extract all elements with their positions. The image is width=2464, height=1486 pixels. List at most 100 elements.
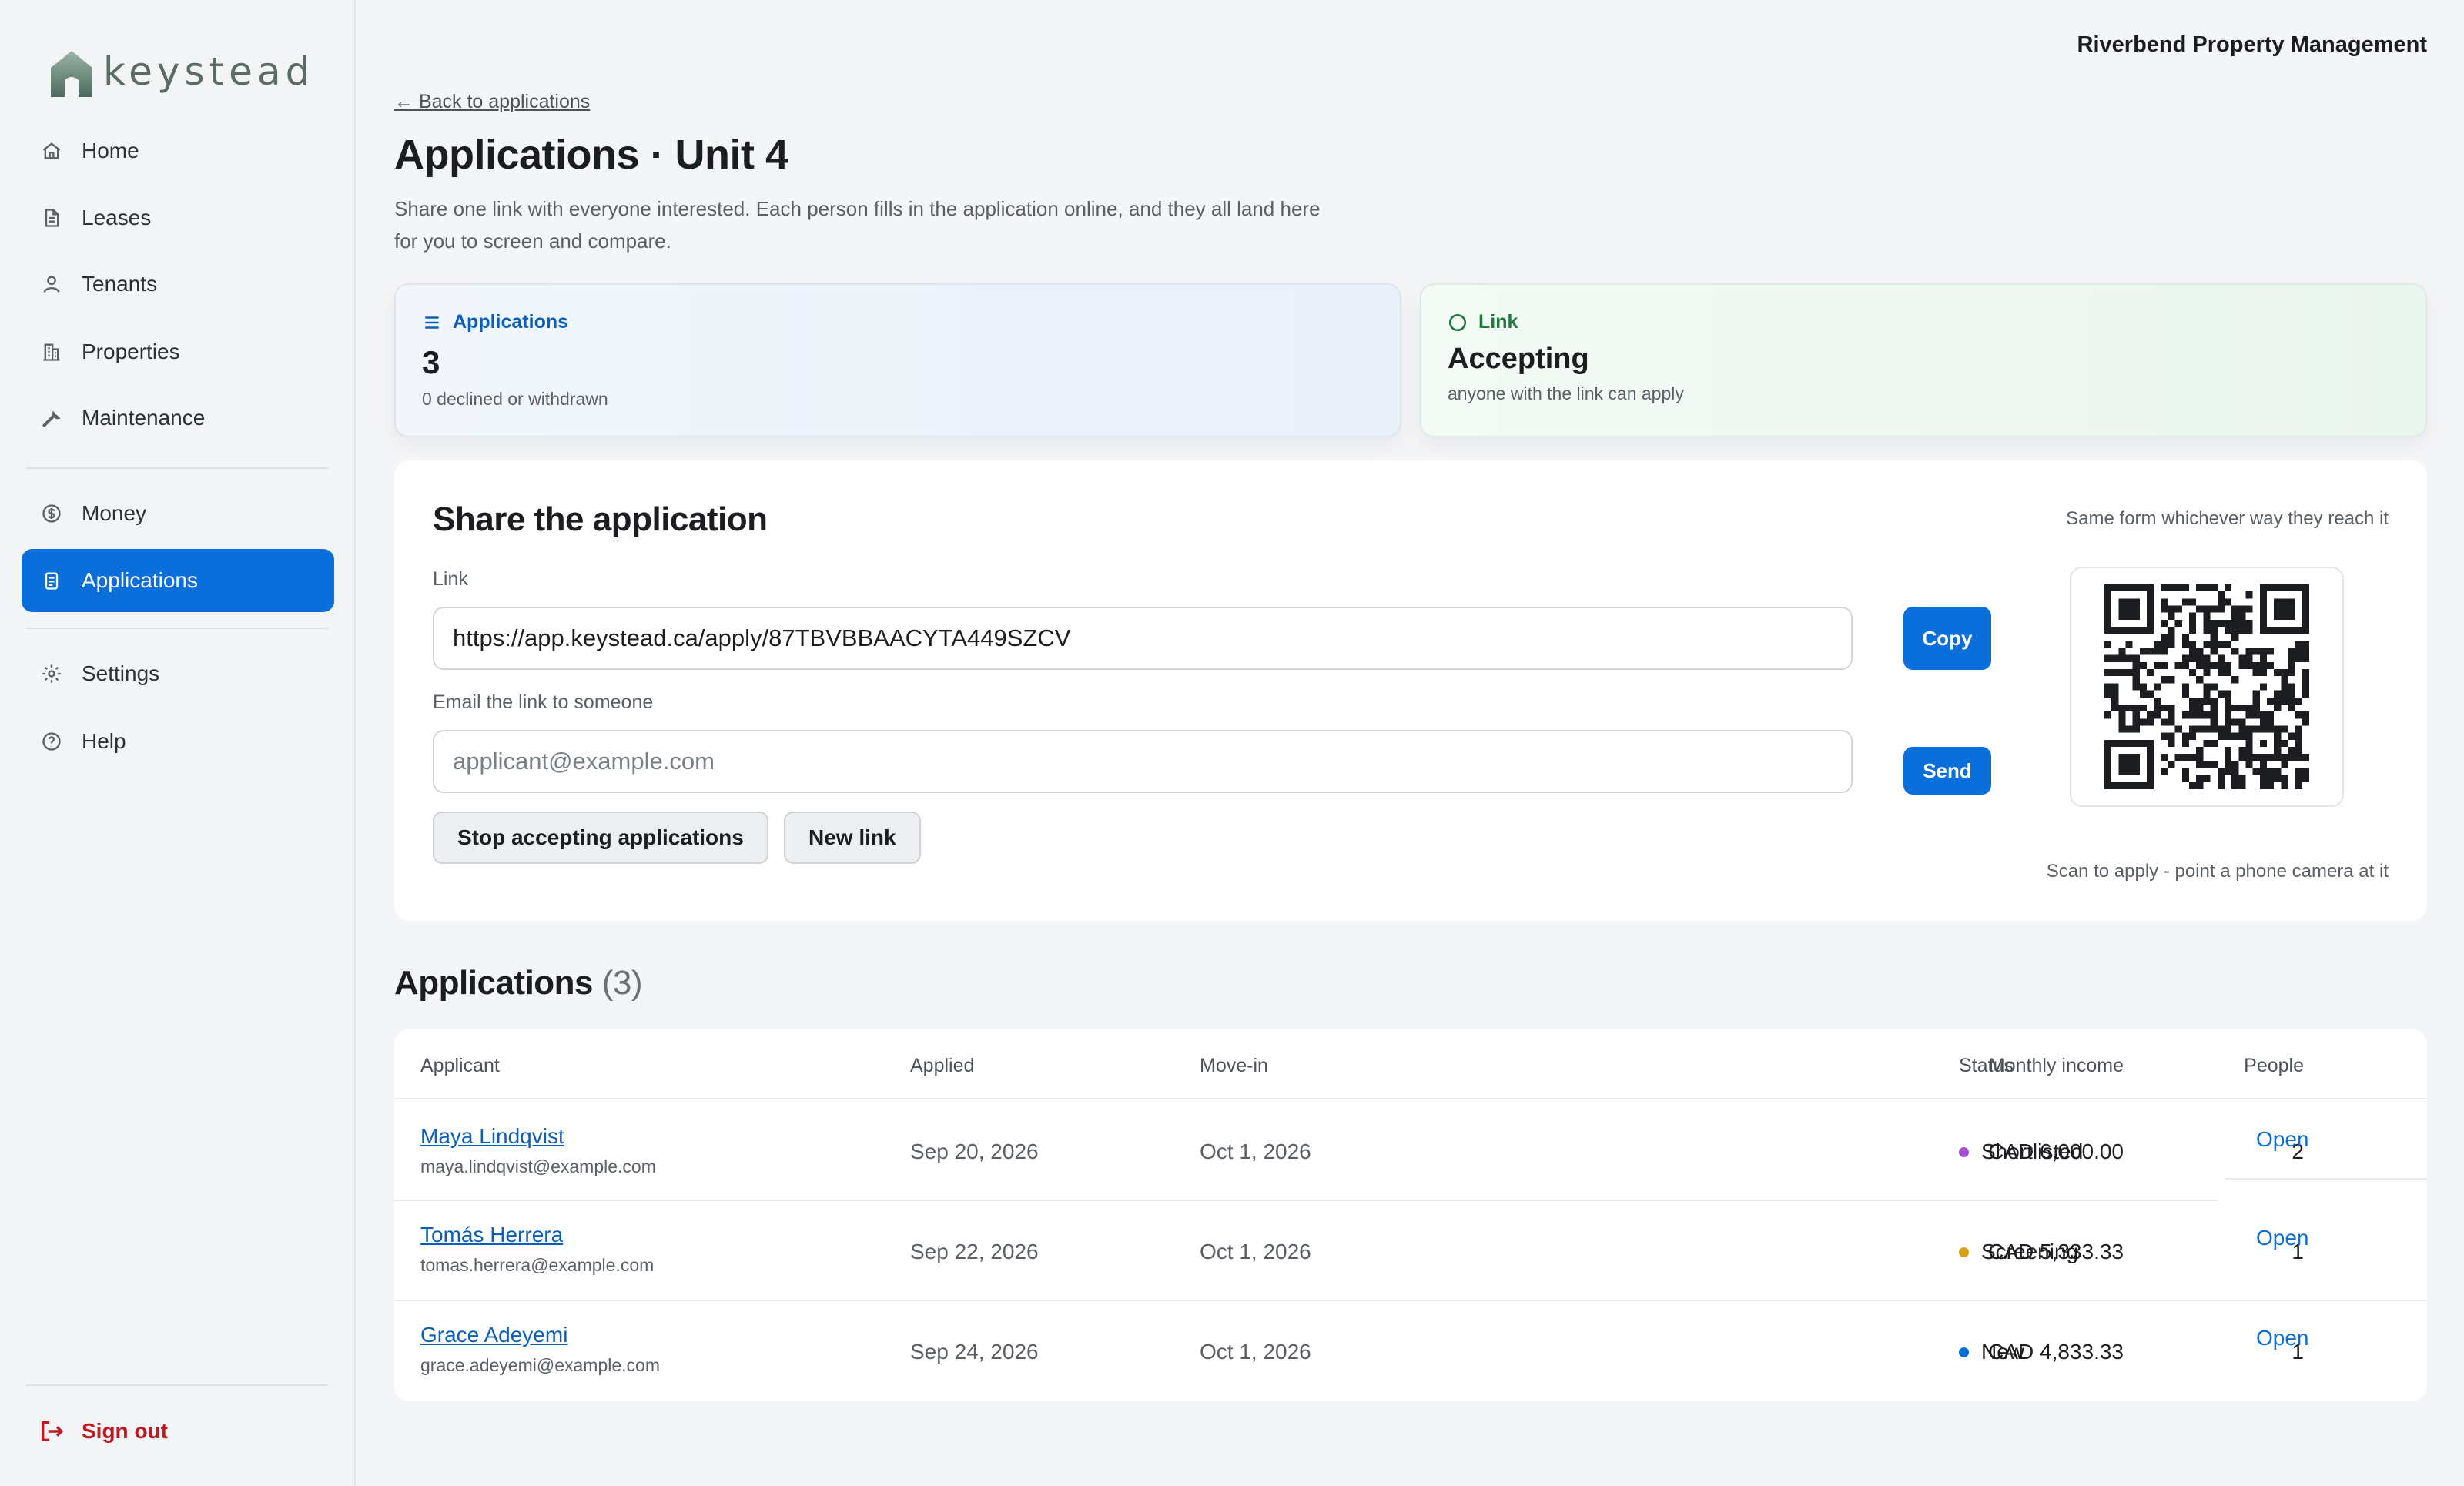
share-note: Same form whichever way they reach it bbox=[2066, 508, 2389, 529]
circle-icon bbox=[1448, 313, 1467, 331]
status-badge: Shortlisted bbox=[1959, 1140, 2083, 1164]
link-field[interactable] bbox=[433, 607, 1853, 670]
sidebar-divider bbox=[26, 467, 328, 469]
open-application-link[interactable]: Open bbox=[2256, 1226, 2309, 1250]
sidebar-item-label: Properties bbox=[82, 340, 180, 363]
dollar-circle-icon bbox=[40, 502, 63, 525]
copy-button[interactable]: Copy bbox=[1903, 607, 1991, 670]
open-application-link[interactable]: Open bbox=[2256, 1127, 2309, 1152]
list-count: (3) bbox=[601, 964, 643, 1002]
applicant-name-link[interactable]: Maya Lindqvist bbox=[420, 1124, 564, 1149]
email-field[interactable] bbox=[433, 730, 1853, 793]
house-logo-icon bbox=[51, 51, 92, 97]
email-label: Email the link to someone bbox=[433, 691, 654, 713]
sidebar-item-label: Applications bbox=[82, 568, 198, 592]
list-icon bbox=[425, 316, 439, 329]
sidebar-item-label: Tenants bbox=[82, 272, 158, 296]
sidebar-item-home[interactable]: Home bbox=[22, 119, 334, 182]
status-badge: Screening bbox=[1959, 1240, 2078, 1264]
page-title: Applications · Unit 4 bbox=[394, 132, 788, 178]
monthly-income: CAD 4,833.33 bbox=[1988, 1340, 2124, 1364]
clipboard-icon bbox=[40, 569, 63, 592]
help-circle-icon bbox=[40, 730, 63, 753]
move-in-date: Oct 1, 2026 bbox=[1200, 1140, 1311, 1163]
document-icon bbox=[40, 206, 63, 229]
row-divider bbox=[2225, 1178, 2427, 1180]
stat-value: Accepting bbox=[1448, 343, 1589, 375]
status-dot bbox=[1959, 1146, 1969, 1157]
column-header-applied: Applied bbox=[910, 1055, 975, 1076]
home-icon bbox=[40, 139, 63, 162]
sidebar-divider bbox=[26, 628, 328, 629]
column-header-move-in: Move-in bbox=[1200, 1055, 1268, 1076]
column-header-monthly-income: Monthly income bbox=[1988, 1055, 2124, 1076]
sidebar-item-label: Maintenance bbox=[82, 406, 206, 430]
stat-label: Applications bbox=[453, 311, 569, 333]
new-link-button[interactable]: New link bbox=[784, 812, 921, 864]
list-title-text: Applications bbox=[394, 964, 594, 1002]
link-stat-card: Link Accepting anyone with the link can … bbox=[1420, 283, 2427, 437]
sidebar-item-label: Home bbox=[82, 139, 139, 162]
column-header-people: People bbox=[2244, 1055, 2304, 1076]
sidebar-item-label: Leases bbox=[82, 206, 152, 229]
open-application-link[interactable]: Open bbox=[2256, 1326, 2309, 1350]
move-in-date: Oct 1, 2026 bbox=[1200, 1340, 1311, 1364]
applicant-email: maya.lindqvist@example.com bbox=[420, 1156, 656, 1176]
sign-out-button[interactable]: Sign out bbox=[22, 1400, 334, 1463]
share-title: Share the application bbox=[433, 500, 768, 538]
applied-date: Sep 20, 2026 bbox=[910, 1140, 1039, 1163]
table-row: Tomás Herrera tomas.herrera@example.com … bbox=[394, 1201, 2427, 1301]
logout-icon bbox=[41, 1421, 64, 1442]
column-header-applicant: Applicant bbox=[420, 1055, 500, 1076]
applicant-name-link[interactable]: Tomás Herrera bbox=[420, 1223, 563, 1247]
link-label: Link bbox=[433, 568, 468, 590]
organization-name: Riverbend Property Management bbox=[2077, 32, 2427, 57]
table-row: Maya Lindqvist maya.lindqvist@example.co… bbox=[394, 1099, 2427, 1200]
applicant-email: tomas.herrera@example.com bbox=[420, 1255, 654, 1275]
stat-note: anyone with the link can apply bbox=[1448, 383, 1684, 403]
share-application-card: Share the application Same form whicheve… bbox=[394, 460, 2427, 921]
qr-code bbox=[2070, 567, 2344, 807]
gear-icon bbox=[40, 662, 63, 685]
logo-text: keystead bbox=[103, 49, 315, 94]
wrench-icon bbox=[40, 407, 63, 430]
sidebar-item-properties[interactable]: Properties bbox=[22, 320, 334, 383]
logo[interactable]: keystead bbox=[48, 48, 314, 100]
sidebar-divider bbox=[26, 1384, 328, 1386]
sidebar-item-applications[interactable]: Applications bbox=[22, 549, 334, 612]
sidebar-item-tenants[interactable]: Tenants bbox=[22, 253, 334, 316]
applications-table: Applicant Applied Move-in Monthly income… bbox=[394, 1029, 2427, 1401]
sidebar-item-leases[interactable]: Leases bbox=[22, 186, 334, 249]
move-in-date: Oct 1, 2026 bbox=[1200, 1240, 1311, 1263]
applied-date: Sep 24, 2026 bbox=[910, 1340, 1039, 1364]
sidebar-item-money[interactable]: Money bbox=[22, 482, 334, 545]
applicant-name-link[interactable]: Grace Adeyemi bbox=[420, 1323, 567, 1347]
column-header-status: Status bbox=[1959, 1055, 2014, 1076]
sidebar: keystead Home Leases Tenants Properties … bbox=[0, 0, 356, 1486]
applications-list-title: Applications (3) bbox=[394, 964, 643, 1002]
applicant-email: grace.adeyemi@example.com bbox=[420, 1355, 660, 1375]
applications-stat-card: Applications 3 0 declined or withdrawn bbox=[394, 283, 1401, 437]
sidebar-item-settings[interactable]: Settings bbox=[22, 642, 334, 705]
sidebar-item-label: Money bbox=[82, 501, 147, 525]
send-button[interactable]: Send bbox=[1903, 747, 1991, 795]
status-badge: New bbox=[1959, 1340, 2024, 1364]
sidebar-item-maintenance[interactable]: Maintenance bbox=[22, 387, 334, 450]
status-dot bbox=[1959, 1247, 1969, 1257]
stat-note: 0 declined or withdrawn bbox=[422, 389, 608, 409]
building-icon bbox=[40, 340, 63, 363]
stop-accepting-button[interactable]: Stop accepting applications bbox=[433, 812, 768, 864]
sidebar-item-help[interactable]: Help bbox=[22, 710, 334, 773]
back-link[interactable]: ← Back to applications bbox=[394, 91, 590, 113]
status-label: Screening bbox=[1981, 1240, 2079, 1263]
page-subtitle: Share one link with everyone interested.… bbox=[394, 197, 1321, 253]
sidebar-item-label: Help bbox=[82, 729, 126, 753]
stat-label: Link bbox=[1478, 311, 1518, 333]
qr-note: Scan to apply - point a phone camera at … bbox=[2046, 861, 2389, 882]
status-label: New bbox=[1981, 1340, 2025, 1364]
sign-out-label: Sign out bbox=[82, 1419, 168, 1443]
applied-date: Sep 22, 2026 bbox=[910, 1240, 1039, 1263]
stat-header: Link bbox=[1448, 311, 2399, 333]
status-dot bbox=[1959, 1347, 1969, 1357]
stat-header: Applications bbox=[422, 311, 1374, 333]
